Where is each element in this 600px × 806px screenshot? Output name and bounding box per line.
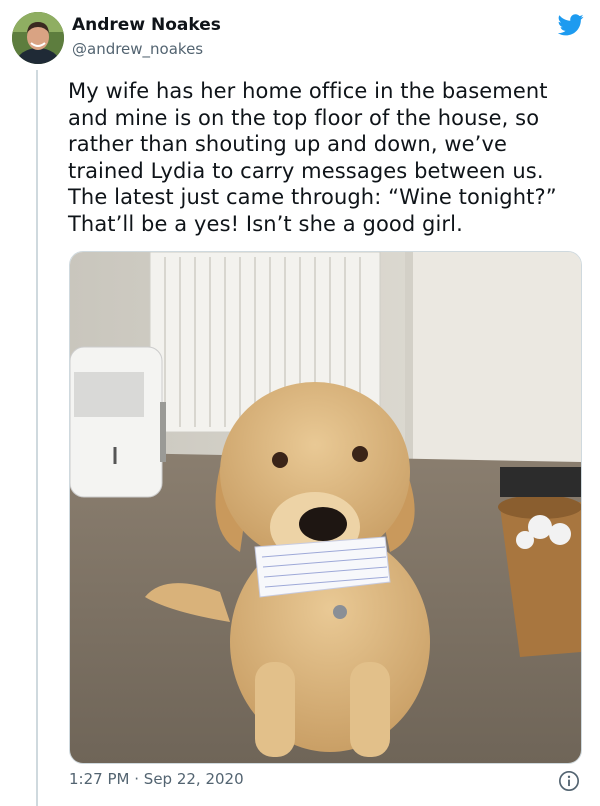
tweet-timestamp[interactable]: 1:27 PM · Sep 22, 2020: [69, 770, 244, 788]
author-name[interactable]: Andrew Noakes: [72, 14, 221, 36]
thread-line: [36, 70, 38, 806]
timestamp-separator: ·: [134, 770, 140, 788]
tweet-time[interactable]: 1:27 PM: [69, 770, 129, 788]
dog-photo-image: [70, 252, 581, 763]
author-block[interactable]: Andrew Noakes @andrew_noakes: [72, 14, 221, 60]
twitter-bird-icon[interactable]: [558, 14, 584, 36]
info-icon[interactable]: [558, 770, 580, 792]
tweet-date[interactable]: Sep 22, 2020: [144, 770, 244, 788]
avatar-image: [12, 12, 64, 64]
tweet-photo[interactable]: [69, 251, 582, 764]
avatar[interactable]: [12, 12, 64, 64]
tweet-text: My wife has her home office in the basem…: [68, 79, 557, 236]
author-handle[interactable]: @andrew_noakes: [72, 38, 221, 60]
